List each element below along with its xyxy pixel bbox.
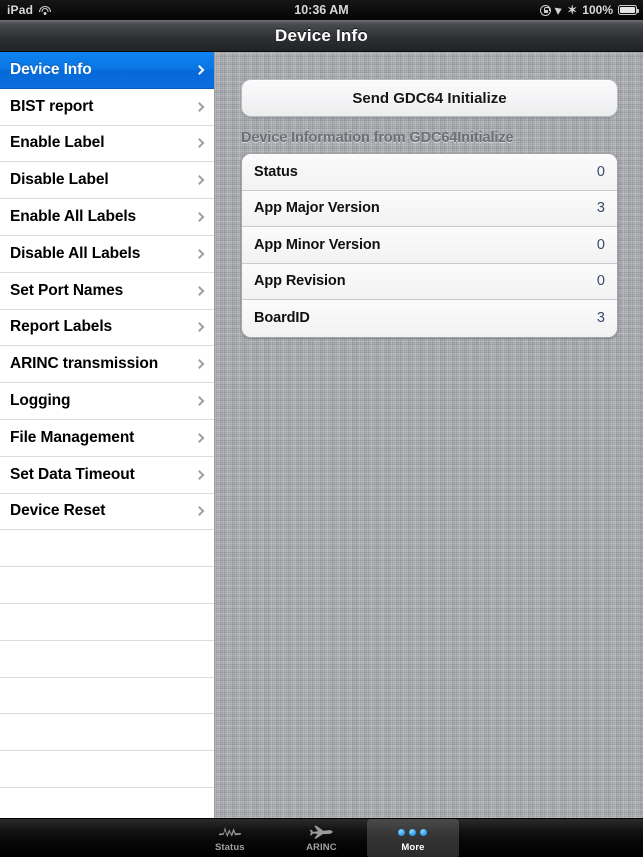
table-row: BoardID 3 (242, 300, 617, 337)
sidebar-item-set-data-timeout[interactable]: Set Data Timeout (0, 457, 214, 494)
table-row-key: App Revision (254, 273, 346, 290)
table-row-value: 3 (596, 310, 605, 327)
sidebar-item-label: Logging (10, 392, 71, 410)
chevron-right-icon (194, 101, 205, 112)
tab-label: Status (214, 842, 245, 853)
table-row-value: 0 (596, 163, 605, 180)
table-row-key: Status (254, 163, 298, 180)
sidebar-item-logging[interactable]: Logging (0, 383, 214, 420)
status-bar-right: ✶ 100% (540, 3, 639, 17)
sidebar-empty-row (0, 788, 214, 818)
chevron-right-icon (194, 64, 205, 75)
battery-icon (618, 5, 639, 15)
tab-bar: Status ARINC More (0, 818, 643, 857)
chevron-right-icon (194, 248, 205, 259)
sidebar-item-label: Set Port Names (10, 281, 124, 299)
table-row-value: 3 (596, 200, 605, 217)
battery-percent-label: 100% (582, 3, 613, 17)
chevron-right-icon (194, 432, 205, 443)
chevron-right-icon (194, 359, 205, 370)
chevron-right-icon (194, 175, 205, 186)
sidebar-empty-row (0, 678, 214, 715)
sidebar-item-enable-label[interactable]: Enable Label (0, 126, 214, 163)
sidebar-empty-row (0, 751, 214, 788)
table-row-key: BoardID (254, 310, 310, 327)
sidebar-item-label: File Management (10, 428, 135, 446)
sidebar-empty-row (0, 714, 214, 752)
send-gdc64-initialize-label: Send GDC64 Initialize (352, 89, 507, 107)
sidebar-item-label: BIST report (10, 97, 94, 115)
sidebar-item-set-port-names[interactable]: Set Port Names (0, 273, 214, 310)
sidebar-item-label: ARINC transmission (10, 355, 159, 373)
waveform-bolt-icon (218, 824, 241, 840)
rotation-lock-icon (540, 4, 552, 16)
chevron-right-icon (194, 138, 205, 149)
sidebar-item-report-labels[interactable]: Report Labels (0, 310, 214, 347)
status-bar: iPad 10:36 AM ✶ 100% (0, 0, 643, 20)
clock-label: 10:36 AM (294, 3, 349, 17)
location-arrow-icon (554, 5, 564, 15)
sidebar-empty-row (0, 530, 214, 568)
table-row-value: 0 (596, 273, 605, 290)
three-dots-icon (398, 824, 428, 840)
chevron-right-icon (194, 506, 205, 517)
airplane-icon (309, 824, 333, 840)
table-row-key: App Major Version (254, 200, 380, 217)
sidebar-item-bist-report[interactable]: BIST report (0, 89, 214, 126)
sidebar-item-label: Enable Label (10, 134, 105, 152)
tab-label: More (401, 842, 425, 853)
sidebar-item-disable-all-labels[interactable]: Disable All Labels (0, 236, 214, 273)
table-row: App Major Version 3 (242, 190, 617, 227)
chevron-right-icon (194, 469, 205, 480)
sidebar-item-file-management[interactable]: File Management (0, 420, 214, 457)
detail-pane: Send GDC64 Initialize Device Information… (215, 52, 643, 818)
sidebar-empty-row (0, 604, 214, 641)
send-gdc64-initialize-button[interactable]: Send GDC64 Initialize (241, 79, 618, 117)
table-row: Status 0 (242, 154, 617, 191)
sidebar-menu[interactable]: Device Info BIST report Enable Label Disabl… (0, 52, 215, 818)
sidebar-item-disable-label[interactable]: Disable Label (0, 162, 214, 200)
tab-arinc[interactable]: ARINC (276, 819, 368, 857)
sidebar-item-label: Report Labels (10, 318, 113, 336)
sidebar-item-arinc-transmission[interactable]: ARINC transmission (0, 346, 214, 384)
content-area: Device Info BIST report Enable Label Disabl… (0, 52, 643, 818)
section-header: Device Information from GDC64Initialize (241, 130, 514, 146)
tab-more[interactable]: More (367, 819, 459, 857)
table-row: App Minor Version 0 (242, 227, 617, 264)
sidebar-item-enable-all-labels[interactable]: Enable All Labels (0, 199, 214, 236)
sidebar-item-label: Set Data Timeout (10, 465, 135, 483)
sidebar-item-device-reset[interactable]: Device Reset (0, 494, 214, 531)
tab-list[interactable]: Status ARINC More (184, 819, 459, 857)
sidebar-item-label: Disable Label (10, 171, 109, 189)
bluetooth-icon: ✶ (567, 3, 578, 17)
device-info-table: Status 0 App Major Version 3 App Minor Versi… (241, 153, 618, 338)
sidebar-item-label: Disable All Labels (10, 244, 141, 262)
page-title: Device Info (275, 25, 368, 45)
sidebar-item-label: Device Reset (10, 502, 106, 520)
table-row-key: App Minor Version (254, 236, 381, 253)
chevron-right-icon (194, 285, 205, 296)
sidebar-empty-row (0, 641, 214, 678)
tab-status[interactable]: Status (184, 819, 276, 857)
ipad-screen: iPad 10:36 AM ✶ 100% Device Info Device … (0, 0, 643, 857)
table-row: App Revision 0 (242, 263, 617, 300)
chevron-right-icon (194, 212, 205, 223)
table-row-value: 0 (596, 236, 605, 253)
sidebar-empty-row (0, 567, 214, 604)
sidebar-item-label: Device Info (10, 60, 92, 78)
chevron-right-icon (194, 396, 205, 407)
sidebar-item-device-info[interactable]: Device Info (0, 52, 214, 89)
tab-label: ARINC (306, 842, 337, 853)
sidebar-item-label: Enable All Labels (10, 208, 137, 226)
navigation-bar: Device Info (0, 20, 643, 52)
chevron-right-icon (194, 322, 205, 333)
